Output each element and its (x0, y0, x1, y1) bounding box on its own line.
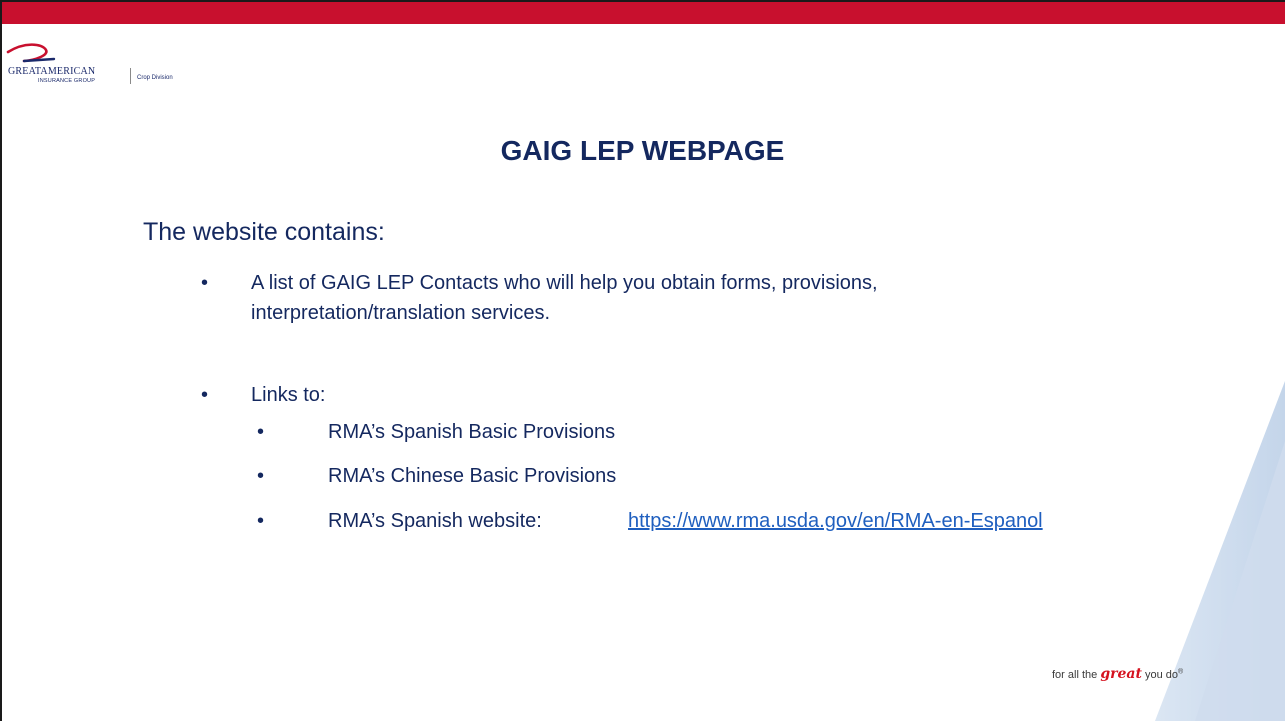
footer-tagline: for all the great you do® (1052, 666, 1183, 682)
bullet-dot: • (201, 384, 209, 406)
bullet-text: Links to: (251, 384, 326, 406)
slide-title: GAIG LEP WEBPAGE (500, 135, 785, 166)
sub-bullet-text: RMA’s Spanish Basic Provisions (328, 421, 616, 443)
tagline-after: you do (1145, 669, 1179, 681)
logo-divider (130, 68, 131, 84)
intro-text: The website contains: (143, 218, 385, 246)
logo-swoosh-icon (6, 43, 56, 63)
tagline-script-word: great (1100, 666, 1142, 682)
tagline-mark: ® (1178, 668, 1184, 676)
sub-bullet-text: RMA’s Spanish website: (328, 510, 542, 532)
logo-subtext: INSURANCE GROUP (38, 78, 96, 84)
sub-bullet-dot: • (257, 421, 265, 443)
top-accent-bar (2, 2, 1285, 24)
bullet-text-line2: interpretation/translation services. (251, 302, 551, 324)
tagline-before: for all the (1052, 669, 1098, 681)
logo-wordmark: GREATAMERICAN (8, 66, 96, 77)
bullet-text-line1: A list of GAIG LEP Contacts who will hel… (251, 272, 878, 294)
sub-bullet-text: RMA’s Chinese Basic Provisions (328, 465, 617, 487)
company-logo: GREATAMERICAN INSURANCE GROUP Crop Divis… (6, 40, 206, 92)
slide-frame (0, 0, 1285, 721)
bullet-dot: • (201, 272, 209, 294)
logo-division: Crop Division (137, 75, 173, 81)
sub-bullet-dot: • (257, 465, 265, 487)
rma-spanish-website-link[interactable]: https://www.rma.usda.gov/en/RMA-en-Espan… (628, 506, 1043, 536)
sub-bullet-dot: • (257, 510, 265, 532)
